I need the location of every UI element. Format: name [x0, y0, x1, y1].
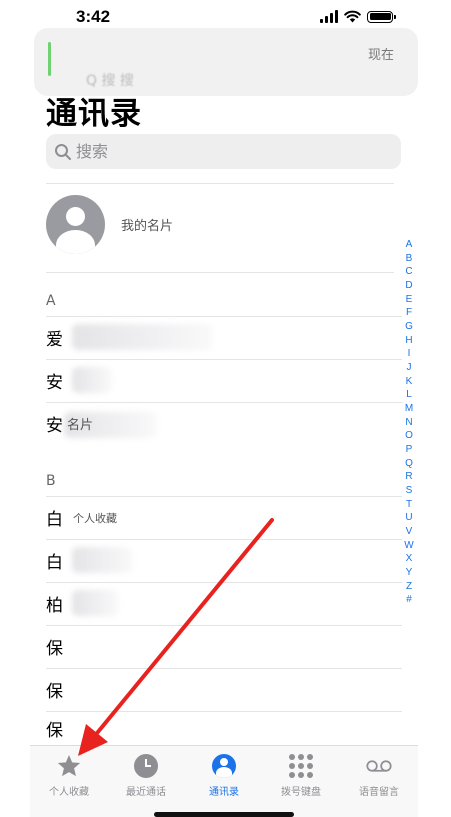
notification-ghost-text: Q 搜 搜 [86, 73, 134, 89]
tab-label: 语音留言 [359, 787, 399, 798]
my-card-label: 我的名片 [121, 218, 174, 234]
index-letter[interactable]: D [405, 279, 412, 293]
index-letter[interactable]: P [406, 443, 413, 457]
battery-icon [367, 10, 396, 23]
index-letter[interactable]: R [405, 470, 412, 484]
index-letter[interactable]: N [405, 416, 412, 430]
contact-row[interactable]: 保 [46, 668, 402, 711]
index-letter[interactable]: M [405, 402, 413, 416]
page-title: 通讯录 [46, 96, 142, 132]
tab-favorites[interactable]: 个人收藏 [30, 746, 108, 817]
tab-label: 拨号键盘 [281, 787, 321, 798]
contact-name: 安 [46, 373, 63, 393]
index-letter[interactable]: F [406, 306, 412, 320]
clock-icon [133, 753, 159, 779]
contact-name: 保 [46, 682, 63, 702]
search-bar[interactable] [46, 134, 401, 169]
index-letter[interactable]: W [404, 539, 413, 553]
index-letter[interactable]: Y [406, 566, 413, 580]
contact-name: 白 [46, 553, 63, 573]
avatar [46, 194, 105, 254]
contact-name: 保 [46, 720, 63, 741]
index-letter[interactable]: E [406, 293, 413, 307]
notification-time: 现在 [367, 48, 394, 63]
contact-row[interactable]: 爱 [46, 316, 402, 359]
contacts-icon [211, 753, 237, 779]
star-icon [56, 753, 82, 779]
divider [46, 183, 394, 184]
index-letter[interactable]: T [406, 498, 412, 512]
section-header-a: A [46, 293, 56, 309]
contact-tag: 名片 [67, 418, 94, 433]
contact-row[interactable]: 保 [46, 711, 402, 745]
index-letter[interactable]: S [406, 484, 413, 498]
my-card[interactable]: 我的名片 [46, 194, 406, 254]
contact-row[interactable]: 安 [46, 359, 402, 402]
contact-tag: 个人收藏 [73, 511, 117, 525]
index-letter[interactable]: C [405, 265, 412, 279]
tab-voicemail[interactable]: 语音留言 [340, 746, 418, 817]
index-letter[interactable]: G [405, 320, 413, 334]
contact-name: 柏 [46, 596, 63, 616]
index-letter[interactable]: I [408, 347, 411, 361]
index-letter[interactable]: Z [406, 580, 412, 594]
index-letter[interactable]: U [405, 511, 412, 525]
contact-name: 白 [46, 510, 63, 530]
search-icon [55, 143, 71, 160]
section-header-b: B [46, 473, 56, 489]
status-time: 3:42 [76, 7, 111, 26]
contact-row[interactable]: 白 个人收藏 [46, 496, 402, 539]
contact-row[interactable]: 安 名片 [46, 402, 402, 445]
index-letter[interactable]: J [407, 361, 412, 375]
tab-bar: 个人收藏 最近通话 通讯录 拨号键盘 语音留言 [30, 745, 418, 817]
index-letter[interactable]: B [406, 252, 413, 266]
tab-label: 通讯录 [209, 787, 239, 798]
tab-label: 最近通话 [126, 787, 166, 798]
index-letter[interactable]: O [405, 429, 413, 443]
index-letter[interactable]: Q [405, 457, 413, 471]
cellular-signal-icon [320, 10, 338, 23]
index-letter[interactable]: V [406, 525, 413, 539]
index-letter[interactable]: H [405, 334, 412, 348]
section-index-bar[interactable]: A B C D E F G H I J K L M N O P Q R S T U V W X Y Z # [402, 238, 416, 607]
contact-row[interactable]: 白 [46, 539, 402, 582]
index-letter[interactable]: # [406, 593, 412, 607]
home-indicator [154, 812, 294, 817]
voicemail-icon [366, 753, 392, 779]
contact-name: 保 [46, 639, 63, 659]
contact-row[interactable]: 柏 [46, 582, 402, 625]
divider [46, 272, 394, 273]
notification-banner[interactable]: 现在 Q 搜 搜 [34, 28, 418, 96]
tab-recents[interactable]: 最近通话 [107, 746, 185, 817]
tab-contacts[interactable]: 通讯录 [185, 746, 263, 817]
keypad-icon [288, 753, 314, 779]
index-letter[interactable]: K [406, 375, 413, 389]
contact-name: 爱 [46, 330, 63, 350]
wifi-icon [344, 10, 361, 23]
contact-row[interactable]: 保 [46, 625, 402, 668]
search-input[interactable] [76, 142, 376, 161]
contact-name: 安 [46, 416, 63, 436]
tab-keypad[interactable]: 拨号键盘 [262, 746, 340, 817]
notification-accent [48, 42, 51, 76]
status-icons [320, 10, 396, 23]
tab-label: 个人收藏 [49, 787, 89, 798]
index-letter[interactable]: X [406, 552, 413, 566]
index-letter[interactable]: L [406, 388, 412, 402]
index-letter[interactable]: A [406, 238, 413, 252]
